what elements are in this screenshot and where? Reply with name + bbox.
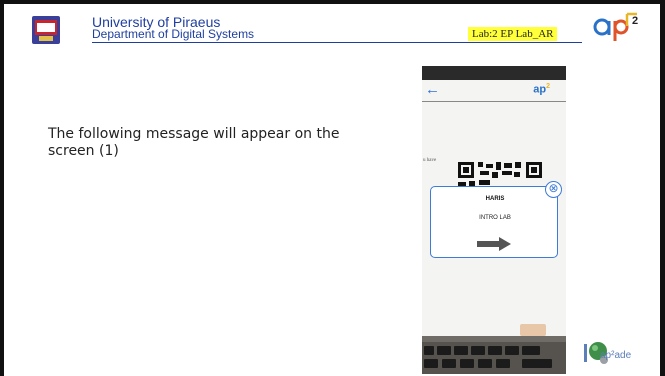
keyboard-key	[460, 359, 474, 368]
keyboard-key	[496, 359, 510, 368]
slide-header: University of Piraeus Department of Digi…	[30, 12, 645, 46]
slide: University of Piraeus Department of Digi…	[0, 0, 665, 376]
laptop-reflection	[520, 324, 546, 336]
keyboard-key	[442, 359, 456, 368]
lab-tag: Lab:2 EP Lab_AR	[468, 27, 558, 41]
phone-screen: ← ap2 u have HARIS INTRO LAB ⊗	[422, 80, 566, 336]
project-logo-text: ap²ade	[600, 350, 632, 361]
next-arrow-icon[interactable]	[476, 237, 512, 251]
keyboard-key	[424, 346, 434, 355]
keyboard-key	[488, 346, 502, 355]
header-divider	[92, 42, 582, 43]
laptop-keyboard	[422, 342, 566, 374]
ap2-superscript: 2	[632, 15, 638, 27]
ar-popup-card[interactable]: HARIS INTRO LAB	[430, 186, 558, 258]
keyboard-key	[478, 359, 492, 368]
keyboard-key	[424, 359, 438, 368]
keyboard-key	[471, 346, 485, 355]
frame-border-left	[0, 0, 4, 376]
department-name: Department of Digital Systems	[92, 27, 255, 41]
phone-photo: ← ap2 u have HARIS INTRO LAB ⊗	[422, 66, 566, 374]
popup-close-icon[interactable]: ⊗	[545, 181, 562, 198]
page-text-snippet: u have	[423, 158, 437, 163]
popup-title: HARIS	[485, 196, 505, 202]
app-top-bar: ← ap2	[422, 80, 566, 102]
keyboard-key	[522, 359, 552, 368]
university-crest-icon	[32, 16, 60, 44]
keyboard-key	[437, 346, 451, 355]
app-logo: ap2	[533, 83, 550, 96]
frame-border-top	[0, 0, 665, 4]
keyboard-key	[522, 346, 540, 355]
keyboard-key	[454, 346, 468, 355]
frame-border-right	[660, 0, 665, 376]
keyboard-key	[505, 346, 519, 355]
instruction-text: The following message will appear on the…	[48, 126, 340, 159]
ap2-logo-icon: 2	[593, 12, 638, 41]
back-arrow-icon[interactable]: ←	[425, 81, 440, 99]
popup-subtitle: INTRO LAB	[479, 215, 511, 221]
